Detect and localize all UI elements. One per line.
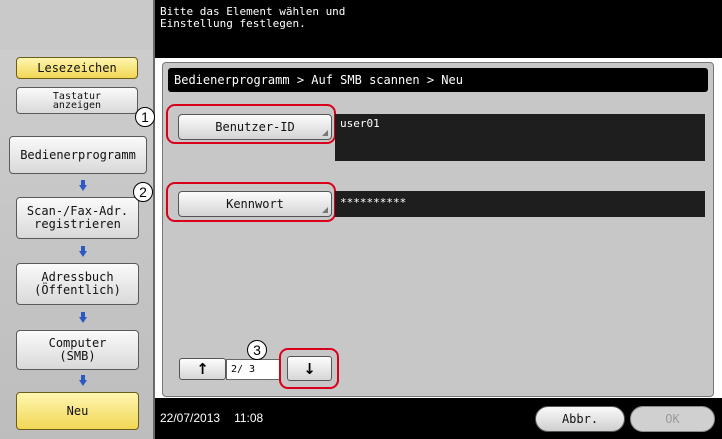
breadcrumb: Bedienerprogramm > Auf SMB scannen > Neu [168,68,708,92]
callout-number-2: 2 [133,182,153,202]
step-arrow-down-icon [79,246,87,257]
step-neu-button[interactable]: Neu [16,392,139,430]
step-adressbuch-button[interactable]: Adressbuch (Öffentlich) [16,263,139,305]
status-time: 11:08 [234,411,264,425]
left-top-strip [0,0,153,50]
show-keyboard-button[interactable]: Tastatur anzeigen [16,87,138,114]
step-bedienerprogramm-button[interactable]: Bedienerprogramm [9,136,147,174]
cancel-button[interactable]: Abbr. [535,406,625,432]
user-id-value: user01 [335,114,705,161]
user-id-button[interactable]: Benutzer-ID [178,114,332,140]
instruction-header: Bitte das Element wählen und Einstellung… [155,0,722,58]
step-arrow-down-icon [79,375,87,386]
password-label: Kennwort [226,197,284,211]
password-value: ********** [335,191,705,217]
callout-number-3: 3 [247,340,267,360]
password-button[interactable]: Kennwort [178,191,332,217]
corner-triangle-icon [322,207,328,213]
corner-triangle-icon [322,130,328,136]
step-computer-smb-button[interactable]: Computer (SMB) [16,330,139,370]
bookmark-button[interactable]: Lesezeichen [16,57,138,79]
user-id-label: Benutzer-ID [215,120,295,134]
step-arrow-down-icon [79,312,87,323]
ok-button[interactable]: OK [630,406,715,432]
control-panel-screen: Lesezeichen Tastatur anzeigen Bedienerpr… [0,0,722,439]
page-indicator: 2/ 3 [226,359,281,380]
callout-number-1: 1 [135,107,155,127]
arrow-up-icon[interactable]: ↑ [179,358,226,380]
left-navigation: Lesezeichen Tastatur anzeigen Bedienerpr… [0,0,155,439]
instruction-text: Bitte das Element wählen und Einstellung… [160,5,346,30]
status-date: 22/07/2013 [160,411,221,425]
step-scan-fax-registrieren-button[interactable]: Scan-/Fax-Adr. registrieren [16,197,139,239]
step-arrow-down-icon [79,180,87,191]
date-time: 22/07/2013 11:08 [160,411,263,425]
arrow-down-icon[interactable]: ↓ [287,356,332,381]
status-bar: 22/07/2013 11:08 Abbr. OK [155,398,722,439]
